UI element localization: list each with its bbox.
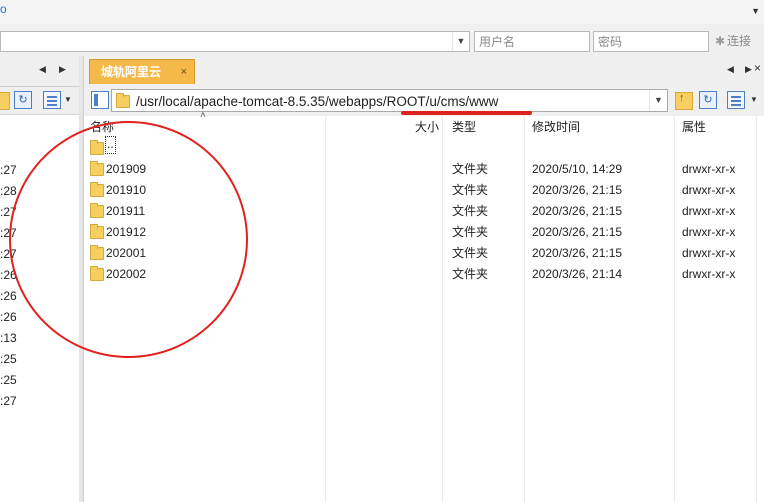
parent-folder-icon[interactable] [0, 92, 10, 110]
tab-prev-icon[interactable]: ◀ [727, 64, 734, 75]
app-icon: ο [0, 2, 7, 16]
local-tab-strip: ◀ ▶ [0, 56, 79, 87]
list-item: :26 [0, 310, 17, 324]
title-strip [0, 0, 764, 25]
column-header-size[interactable]: 大小 [415, 116, 439, 138]
list-item: :28 [0, 184, 17, 198]
chevron-down-icon[interactable]: ▼ [649, 90, 667, 111]
file-type: 文件夹 [452, 204, 489, 218]
close-icon[interactable]: × [181, 60, 187, 84]
chevron-down-icon[interactable]: ▼ [452, 32, 469, 51]
chevron-down-icon[interactable]: ▼ [751, 6, 760, 16]
list-item: :26 [0, 289, 17, 303]
connect-button[interactable]: ✱ 连接 [713, 30, 764, 52]
path-text: /usr/local/apache-tomcat-8.5.35/webapps/… [136, 94, 499, 109]
file-modified: 2020/3/26, 21:15 [532, 225, 623, 239]
tab-prev-icon[interactable]: ◀ [39, 64, 46, 75]
sort-asc-icon: ˄ [200, 110, 206, 121]
parent-folder-icon[interactable] [675, 92, 693, 110]
username-input[interactable] [474, 31, 590, 52]
file-type: 文件夹 [452, 162, 489, 176]
refresh-icon[interactable]: ↻ [14, 91, 32, 109]
sidebar-toggle-icon[interactable] [91, 91, 109, 109]
file-attrs: drwxr-xr-x [682, 204, 736, 218]
list-item: :13 [0, 331, 17, 345]
file-modified: 2020/3/26, 21:15 [532, 183, 623, 197]
list-item: :25 [0, 373, 17, 387]
view-mode-icon[interactable] [727, 91, 745, 109]
view-mode-icon[interactable] [43, 91, 61, 109]
file-type: 文件夹 [452, 246, 489, 260]
chevron-down-icon[interactable]: ▼ [750, 95, 758, 104]
tab-next-icon[interactable]: ▶ [59, 64, 66, 75]
refresh-icon[interactable]: ↻ [699, 91, 717, 109]
file-type: 文件夹 [452, 183, 489, 197]
tab-site[interactable]: 城轨阿里云 × [89, 59, 195, 84]
file-modified: 2020/3/26, 21:15 [532, 246, 623, 260]
plug-icon: ✱ [714, 34, 726, 48]
column-header-type[interactable]: 类型 [452, 116, 476, 138]
file-attrs: drwxr-xr-x [682, 162, 736, 176]
file-type: 文件夹 [452, 225, 489, 239]
column-header-modified[interactable]: 修改时间 [532, 116, 580, 138]
path-combobox[interactable]: /usr/local/apache-tomcat-8.5.35/webapps/… [111, 89, 668, 112]
close-icon[interactable]: × [754, 61, 761, 75]
folder-icon [116, 93, 130, 108]
tab-label: 城轨阿里云 [101, 65, 162, 79]
file-modified: 2020/3/26, 21:15 [532, 204, 623, 218]
list-item: :27 [0, 394, 17, 408]
list-item: :27 [0, 163, 17, 177]
local-toolbar: ↻ ▼ [0, 87, 79, 115]
file-type: 文件夹 [452, 267, 489, 281]
password-input[interactable] [593, 31, 709, 52]
file-attrs: drwxr-xr-x [682, 246, 736, 260]
file-attrs: drwxr-xr-x [682, 267, 736, 281]
file-modified: 2020/5/10, 14:29 [532, 162, 623, 176]
connect-label: 连接 [727, 34, 752, 48]
file-attrs: drwxr-xr-x [682, 183, 736, 197]
file-modified: 2020/3/26, 21:14 [532, 267, 623, 281]
chevron-down-icon[interactable]: ▼ [64, 95, 72, 104]
column-header-attrs[interactable]: 属性 [682, 116, 706, 138]
host-combobox[interactable]: ▼ [0, 31, 470, 52]
annotation-circle [9, 121, 248, 358]
file-attrs: drwxr-xr-x [682, 225, 736, 239]
list-item: :25 [0, 352, 17, 366]
tab-next-icon[interactable]: ▶ [745, 64, 752, 75]
annotation-underline [401, 111, 532, 115]
